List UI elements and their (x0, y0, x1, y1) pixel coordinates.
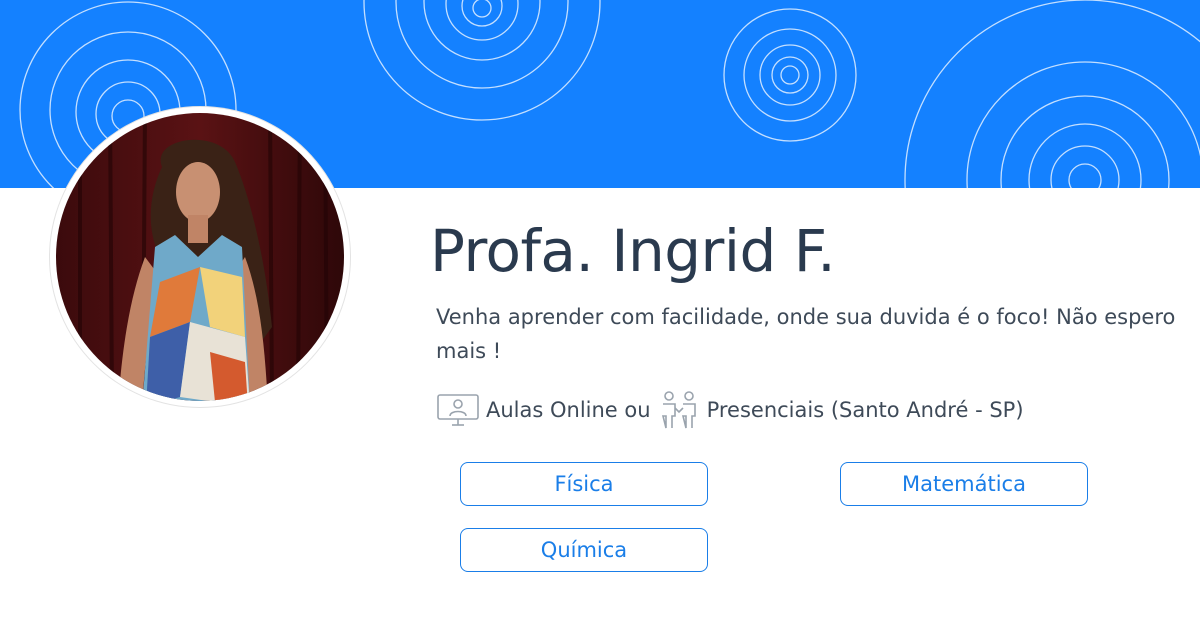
profile-photo (56, 113, 344, 401)
online-label: Aulas Online ou (486, 398, 651, 422)
subject-button-fisica[interactable]: Física (460, 462, 708, 506)
profile-tagline: Venha aprender com facilidade, onde sua … (436, 305, 1176, 363)
presential-label: Presenciais (Santo André - SP) (706, 398, 1024, 422)
subject-button-matematica[interactable]: Matemática (840, 462, 1088, 506)
profile-avatar (50, 107, 350, 407)
subject-button-quimica[interactable]: Química (460, 528, 708, 572)
profile-name: Profa. Ingrid F. (430, 217, 836, 285)
monitor-user-icon (436, 392, 480, 428)
class-modes: Aulas Online ou Presenciais (Santo André… (436, 390, 1024, 430)
people-meeting-icon (657, 390, 701, 430)
